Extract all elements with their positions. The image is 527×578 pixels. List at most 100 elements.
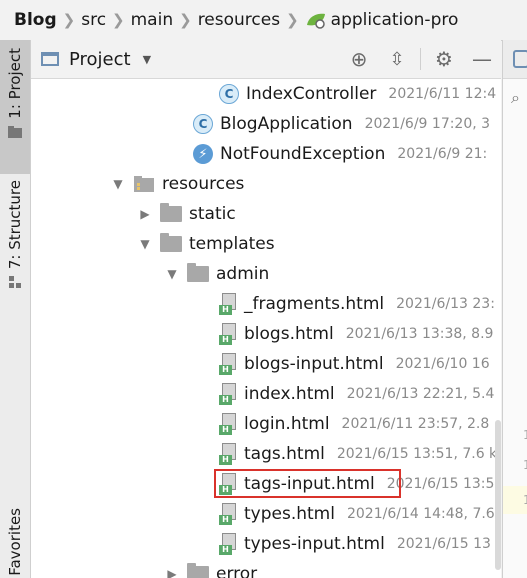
toolbar-divider (420, 48, 421, 70)
class-icon: C (219, 84, 239, 104)
tab-project-label: 1: Project (6, 48, 24, 119)
tree-item-name: types.html (244, 504, 335, 524)
collapse-arrow-icon[interactable]: ▶ (165, 567, 179, 578)
tree-item-name: admin (216, 264, 270, 284)
minimize-icon[interactable]: — (463, 47, 501, 71)
collapse-all-icon[interactable]: ⇳ (378, 49, 416, 70)
html-file-icon: H (219, 383, 237, 405)
folder-icon (8, 125, 22, 138)
tree-item-name: types-input.html (244, 534, 385, 554)
breadcrumb-item-resources[interactable]: resources (194, 10, 284, 30)
tree-row[interactable]: H login.html 2021/6/11 23:57, 2.8 (31, 409, 501, 439)
expand-arrow-icon[interactable]: ▼ (165, 267, 179, 281)
tree-item-name: login.html (244, 414, 330, 434)
line-number: 1 (523, 428, 527, 442)
tree-item-meta: 2021/6/11 12:4 (388, 86, 497, 102)
tree-item-name: error (216, 564, 258, 578)
tree-row[interactable]: ▶ static (31, 199, 501, 229)
collapse-arrow-icon[interactable]: ▶ (138, 207, 152, 221)
folder-icon (160, 203, 182, 222)
gear-icon[interactable]: ⚙ (425, 47, 463, 71)
tree-item-meta: 2021/6/9 21: (397, 146, 488, 162)
breadcrumb-item-label: application-pro (330, 10, 459, 30)
html-file-icon: H (219, 323, 237, 345)
tab-project[interactable]: 1: Project (0, 40, 30, 174)
tree-row[interactable]: C IndexController 2021/6/11 12:4 (31, 79, 501, 109)
tree-item-name: BlogApplication (220, 114, 353, 134)
folder-icon (160, 233, 182, 252)
file-tab-icon (513, 50, 527, 68)
breadcrumb-item-src[interactable]: src (77, 10, 110, 30)
tree-row[interactable]: ▼ resources (31, 169, 501, 199)
line-number: 1 (523, 458, 527, 472)
tool-window-strip: 1: Project 7: Structure Favorites (0, 40, 31, 578)
tab-structure[interactable]: 7: Structure (0, 176, 30, 300)
tree-row[interactable]: H blogs.html 2021/6/13 13:38, 8.9 (31, 319, 501, 349)
tree-row[interactable]: ▼ templates (31, 229, 501, 259)
html-file-icon: H (219, 503, 237, 525)
search-icon[interactable]: ⌕ (511, 88, 520, 108)
chevron-right-icon: ❯ (112, 11, 125, 29)
breadcrumb: Blog ❯ src ❯ main ❯ resources ❯ applicat… (0, 0, 527, 41)
tree-row[interactable]: C BlogApplication 2021/6/9 17:20, 3 (31, 109, 501, 139)
breadcrumb-item-blog[interactable]: Blog (0, 10, 61, 30)
tree-item-meta: 2021/6/15 13 (396, 536, 491, 552)
project-toolbar: Project ▼ ⊕ ⇳ ⚙ — (31, 40, 501, 79)
tree-row[interactable]: H types-input.html 2021/6/15 13 (31, 529, 501, 559)
chevron-right-icon: ❯ (286, 11, 299, 29)
tree-row[interactable]: H index.html 2021/6/13 22:21, 5.4 (31, 379, 501, 409)
tree-item-name: blogs.html (244, 324, 334, 344)
expand-arrow-icon[interactable]: ▼ (111, 177, 125, 191)
structure-icon (9, 276, 21, 289)
tree-row[interactable]: H _fragments.html 2021/6/13 23: (31, 289, 501, 319)
chevron-right-icon: ❯ (62, 11, 76, 29)
tree-row[interactable]: H blogs-input.html 2021/6/10 16 (31, 349, 501, 379)
tree-item-meta: 2021/6/11 23:57, 2.8 (341, 416, 490, 432)
line-number: 1 (523, 493, 527, 507)
scrollbar[interactable] (495, 420, 501, 570)
tab-structure-label: 7: Structure (6, 180, 24, 270)
tree-row[interactable]: H types.html 2021/6/14 14:48, 7.6 (31, 499, 501, 529)
tree-item-name: resources (162, 174, 245, 194)
tree-item-meta: 2021/6/14 14:48, 7.6 (346, 506, 495, 522)
project-view-selector[interactable]: Project ▼ (41, 49, 151, 70)
exception-class-icon: ⚡ (193, 144, 213, 164)
tab-favorites-label: Favorites (6, 508, 24, 576)
tree-item-name: _fragments.html (244, 294, 385, 314)
tree-item-name: static (189, 204, 236, 224)
folder-icon (187, 263, 209, 282)
tree-item-name: NotFoundException (220, 144, 386, 164)
tree-item-meta: 2021/6/15 13:51, 7.6 k (336, 446, 498, 462)
resources-folder-icon (134, 176, 154, 192)
tree-item-name: templates (189, 234, 275, 254)
spring-boot-class-icon: C (193, 114, 213, 134)
editor-tab[interactable] (503, 40, 527, 79)
tree-item-name: tags.html (244, 444, 325, 464)
highlight-box (214, 469, 401, 498)
tree-row[interactable]: H tags.html 2021/6/15 13:51, 7.6 k (31, 439, 501, 469)
tab-favorites[interactable]: Favorites (0, 508, 30, 578)
tree-item-meta: 2021/6/13 13:38, 8.9 (345, 326, 494, 342)
tree-item-meta: 2021/6/13 23: (396, 296, 495, 312)
editor-edge: ⌕ 1 1 1 (502, 40, 527, 578)
project-title: Project (69, 48, 131, 70)
project-window-icon (41, 52, 59, 66)
html-file-icon: H (219, 353, 237, 375)
tree-item-meta: 2021/6/10 16 (395, 356, 490, 372)
breadcrumb-item-main[interactable]: main (127, 10, 177, 30)
tree-item-meta: 2021/6/13 22:21, 5.4 (346, 386, 495, 402)
tree-row[interactable]: ⚡ NotFoundException 2021/6/9 21: (31, 139, 501, 169)
html-file-icon: H (219, 413, 237, 435)
tree-row[interactable]: ▶ error (31, 559, 501, 578)
tree-row[interactable]: ▼ admin (31, 259, 501, 289)
expand-arrow-icon[interactable]: ▼ (138, 237, 152, 251)
locate-icon[interactable]: ⊕ (340, 47, 378, 71)
html-file-icon: H (219, 293, 237, 315)
tree-item-name: blogs-input.html (244, 354, 384, 374)
folder-icon (187, 563, 209, 578)
breadcrumb-item-application[interactable]: application-pro (301, 10, 463, 30)
spring-config-icon (306, 13, 325, 29)
project-panel: Project ▼ ⊕ ⇳ ⚙ — C IndexController 2021… (31, 40, 501, 578)
tree-item-meta: 2021/6/9 17:20, 3 (364, 116, 491, 132)
chevron-down-icon: ▼ (142, 52, 152, 66)
